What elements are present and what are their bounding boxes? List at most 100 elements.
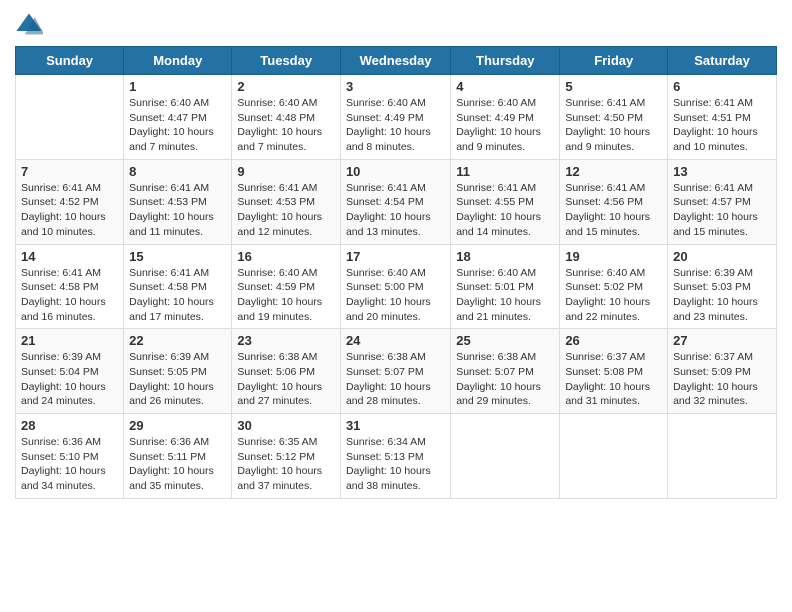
- week-row-4: 21 Sunrise: 6:39 AM Sunset: 5:04 PM Dayli…: [16, 329, 777, 414]
- calendar-cell: [560, 414, 668, 499]
- calendar-cell: 3 Sunrise: 6:40 AM Sunset: 4:49 PM Daylig…: [340, 75, 450, 160]
- calendar-cell: 10 Sunrise: 6:41 AM Sunset: 4:54 PM Dayli…: [340, 159, 450, 244]
- day-number: 20: [673, 249, 771, 264]
- logo-icon: [15, 10, 43, 38]
- day-number: 3: [346, 79, 445, 94]
- day-info: Sunrise: 6:37 AM Sunset: 5:09 PM Dayligh…: [673, 350, 771, 409]
- day-info: Sunrise: 6:35 AM Sunset: 5:12 PM Dayligh…: [237, 435, 335, 494]
- logo: [15, 10, 47, 38]
- calendar-cell: [16, 75, 124, 160]
- week-row-1: 1 Sunrise: 6:40 AM Sunset: 4:47 PM Daylig…: [16, 75, 777, 160]
- col-header-sunday: Sunday: [16, 47, 124, 75]
- week-row-2: 7 Sunrise: 6:41 AM Sunset: 4:52 PM Daylig…: [16, 159, 777, 244]
- day-info: Sunrise: 6:41 AM Sunset: 4:51 PM Dayligh…: [673, 96, 771, 155]
- day-number: 5: [565, 79, 662, 94]
- week-row-3: 14 Sunrise: 6:41 AM Sunset: 4:58 PM Dayli…: [16, 244, 777, 329]
- day-number: 15: [129, 249, 226, 264]
- day-number: 1: [129, 79, 226, 94]
- day-info: Sunrise: 6:36 AM Sunset: 5:10 PM Dayligh…: [21, 435, 118, 494]
- day-info: Sunrise: 6:41 AM Sunset: 4:54 PM Dayligh…: [346, 181, 445, 240]
- calendar-cell: 23 Sunrise: 6:38 AM Sunset: 5:06 PM Dayli…: [232, 329, 341, 414]
- col-header-wednesday: Wednesday: [340, 47, 450, 75]
- col-header-tuesday: Tuesday: [232, 47, 341, 75]
- week-row-5: 28Sunrise: 6:36 AM Sunset: 5:10 PM Dayli…: [16, 414, 777, 499]
- calendar-cell: 20 Sunrise: 6:39 AM Sunset: 5:03 PM Dayli…: [668, 244, 777, 329]
- calendar-cell: 2 Sunrise: 6:40 AM Sunset: 4:48 PM Daylig…: [232, 75, 341, 160]
- calendar-cell: 17 Sunrise: 6:40 AM Sunset: 5:00 PM Dayli…: [340, 244, 450, 329]
- calendar-cell: 15 Sunrise: 6:41 AM Sunset: 4:58 PM Dayli…: [124, 244, 232, 329]
- calendar-cell: 8 Sunrise: 6:41 AM Sunset: 4:53 PM Daylig…: [124, 159, 232, 244]
- col-header-saturday: Saturday: [668, 47, 777, 75]
- calendar-cell: 26Sunrise: 6:37 AM Sunset: 5:08 PM Dayli…: [560, 329, 668, 414]
- day-info: Sunrise: 6:41 AM Sunset: 4:50 PM Dayligh…: [565, 96, 662, 155]
- day-number: 17: [346, 249, 445, 264]
- day-info: Sunrise: 6:41 AM Sunset: 4:52 PM Dayligh…: [21, 181, 118, 240]
- day-number: 31: [346, 418, 445, 433]
- day-info: Sunrise: 6:41 AM Sunset: 4:58 PM Dayligh…: [21, 266, 118, 325]
- day-number: 30: [237, 418, 335, 433]
- day-info: Sunrise: 6:40 AM Sunset: 4:49 PM Dayligh…: [346, 96, 445, 155]
- col-header-thursday: Thursday: [451, 47, 560, 75]
- day-info: Sunrise: 6:39 AM Sunset: 5:04 PM Dayligh…: [21, 350, 118, 409]
- calendar-cell: 19 Sunrise: 6:40 AM Sunset: 5:02 PM Dayli…: [560, 244, 668, 329]
- calendar-cell: 30 Sunrise: 6:35 AM Sunset: 5:12 PM Dayli…: [232, 414, 341, 499]
- day-info: Sunrise: 6:41 AM Sunset: 4:53 PM Dayligh…: [237, 181, 335, 240]
- day-number: 13: [673, 164, 771, 179]
- calendar-cell: 9 Sunrise: 6:41 AM Sunset: 4:53 PM Daylig…: [232, 159, 341, 244]
- day-number: 11: [456, 164, 554, 179]
- day-info: Sunrise: 6:41 AM Sunset: 4:55 PM Dayligh…: [456, 181, 554, 240]
- day-number: 2: [237, 79, 335, 94]
- day-info: Sunrise: 6:40 AM Sunset: 4:59 PM Dayligh…: [237, 266, 335, 325]
- day-number: 12: [565, 164, 662, 179]
- day-info: Sunrise: 6:40 AM Sunset: 4:47 PM Dayligh…: [129, 96, 226, 155]
- day-number: 6: [673, 79, 771, 94]
- day-number: 24: [346, 333, 445, 348]
- day-info: Sunrise: 6:41 AM Sunset: 4:56 PM Dayligh…: [565, 181, 662, 240]
- calendar-cell: 22Sunrise: 6:39 AM Sunset: 5:05 PM Dayli…: [124, 329, 232, 414]
- day-number: 14: [21, 249, 118, 264]
- page: SundayMondayTuesdayWednesdayThursdayFrid…: [0, 0, 792, 612]
- day-info: Sunrise: 6:41 AM Sunset: 4:57 PM Dayligh…: [673, 181, 771, 240]
- col-header-monday: Monday: [124, 47, 232, 75]
- calendar-cell: [668, 414, 777, 499]
- day-number: 9: [237, 164, 335, 179]
- day-number: 25: [456, 333, 554, 348]
- day-number: 29: [129, 418, 226, 433]
- day-info: Sunrise: 6:41 AM Sunset: 4:53 PM Dayligh…: [129, 181, 226, 240]
- day-info: Sunrise: 6:40 AM Sunset: 5:01 PM Dayligh…: [456, 266, 554, 325]
- col-header-friday: Friday: [560, 47, 668, 75]
- day-info: Sunrise: 6:40 AM Sunset: 5:02 PM Dayligh…: [565, 266, 662, 325]
- day-info: Sunrise: 6:40 AM Sunset: 4:48 PM Dayligh…: [237, 96, 335, 155]
- calendar-cell: 21 Sunrise: 6:39 AM Sunset: 5:04 PM Dayli…: [16, 329, 124, 414]
- day-info: Sunrise: 6:40 AM Sunset: 4:49 PM Dayligh…: [456, 96, 554, 155]
- day-info: Sunrise: 6:34 AM Sunset: 5:13 PM Dayligh…: [346, 435, 445, 494]
- calendar-cell: 18 Sunrise: 6:40 AM Sunset: 5:01 PM Dayli…: [451, 244, 560, 329]
- calendar-cell: 25 Sunrise: 6:38 AM Sunset: 5:07 PM Dayli…: [451, 329, 560, 414]
- calendar-cell: 6 Sunrise: 6:41 AM Sunset: 4:51 PM Daylig…: [668, 75, 777, 160]
- day-number: 27: [673, 333, 771, 348]
- day-number: 26: [565, 333, 662, 348]
- day-info: Sunrise: 6:38 AM Sunset: 5:06 PM Dayligh…: [237, 350, 335, 409]
- day-info: Sunrise: 6:39 AM Sunset: 5:05 PM Dayligh…: [129, 350, 226, 409]
- calendar-cell: 24Sunrise: 6:38 AM Sunset: 5:07 PM Dayli…: [340, 329, 450, 414]
- day-info: Sunrise: 6:40 AM Sunset: 5:00 PM Dayligh…: [346, 266, 445, 325]
- day-info: Sunrise: 6:41 AM Sunset: 4:58 PM Dayligh…: [129, 266, 226, 325]
- calendar-cell: 5 Sunrise: 6:41 AM Sunset: 4:50 PM Daylig…: [560, 75, 668, 160]
- day-number: 23: [237, 333, 335, 348]
- day-number: 7: [21, 164, 118, 179]
- calendar-cell: 27 Sunrise: 6:37 AM Sunset: 5:09 PM Dayli…: [668, 329, 777, 414]
- day-info: Sunrise: 6:38 AM Sunset: 5:07 PM Dayligh…: [456, 350, 554, 409]
- calendar-cell: 13 Sunrise: 6:41 AM Sunset: 4:57 PM Dayli…: [668, 159, 777, 244]
- calendar-cell: 29Sunrise: 6:36 AM Sunset: 5:11 PM Dayli…: [124, 414, 232, 499]
- day-number: 4: [456, 79, 554, 94]
- day-number: 21: [21, 333, 118, 348]
- calendar-cell: 7 Sunrise: 6:41 AM Sunset: 4:52 PM Daylig…: [16, 159, 124, 244]
- calendar-cell: 4 Sunrise: 6:40 AM Sunset: 4:49 PM Daylig…: [451, 75, 560, 160]
- day-number: 18: [456, 249, 554, 264]
- calendar-cell: [451, 414, 560, 499]
- day-number: 10: [346, 164, 445, 179]
- day-info: Sunrise: 6:39 AM Sunset: 5:03 PM Dayligh…: [673, 266, 771, 325]
- calendar-table: SundayMondayTuesdayWednesdayThursdayFrid…: [15, 46, 777, 499]
- day-number: 19: [565, 249, 662, 264]
- day-number: 8: [129, 164, 226, 179]
